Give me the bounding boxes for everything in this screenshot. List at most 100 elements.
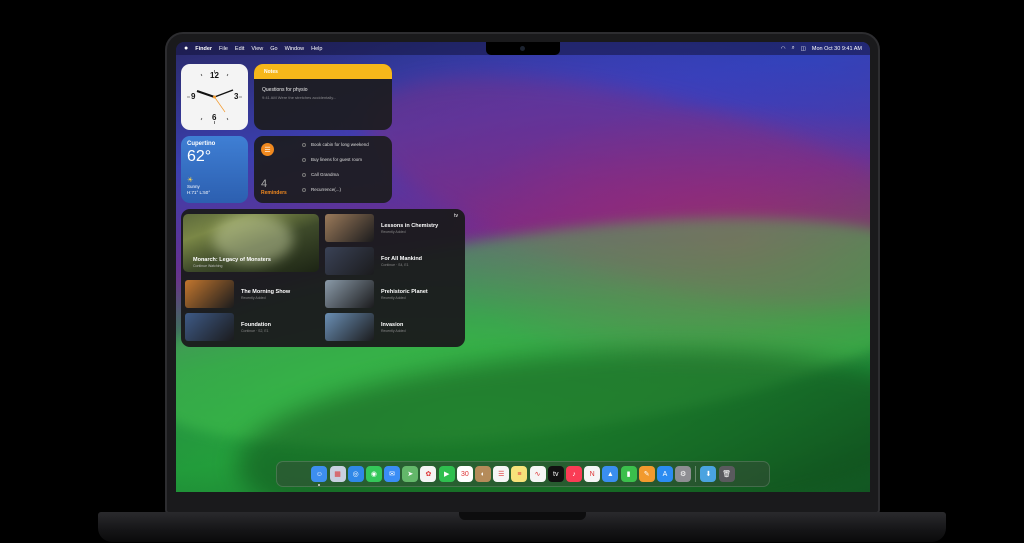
menu-window[interactable]: Window xyxy=(285,46,305,52)
menu-help[interactable]: Help xyxy=(311,46,322,52)
dock-separator xyxy=(695,466,697,482)
finder-icon[interactable]: ☺ xyxy=(311,466,328,482)
numbers-icon[interactable]: ▮ xyxy=(620,466,637,482)
checkbox-icon[interactable] xyxy=(302,187,306,192)
show-title: The Morning Show xyxy=(241,288,291,295)
notes-icon[interactable]: ≡ xyxy=(511,466,528,482)
reminders-count: 4 xyxy=(261,178,268,190)
weather-hilo: H:71° L:50° xyxy=(187,190,211,195)
freeform-icon[interactable]: ∿ xyxy=(529,466,546,482)
tv-show-item[interactable]: For All Mankind Continue · S4, E1 xyxy=(325,247,422,275)
featured-subtitle: Continue Watching xyxy=(193,264,223,268)
apple-menu-icon[interactable]: ● xyxy=(184,45,188,52)
menu-clock[interactable]: Mon Oct 30 9:41 AM xyxy=(812,46,862,52)
notes-widget[interactable]: Notes Questions for physio 9:41 AM Were … xyxy=(254,64,392,130)
clock-number: 6 xyxy=(212,113,217,122)
camera-icon xyxy=(520,46,525,51)
maps-icon[interactable]: ➤ xyxy=(402,466,419,482)
music-icon[interactable]: ♪ xyxy=(565,466,582,482)
safari-icon[interactable]: ◎ xyxy=(347,466,364,482)
notes-header: Notes xyxy=(254,64,392,79)
contacts-icon[interactable]: ◐ xyxy=(475,466,492,482)
downloads-folder-icon[interactable]: ⬇ xyxy=(700,466,717,482)
show-title: For All Mankind xyxy=(381,255,423,262)
spotlight-icon[interactable]: ⌕ xyxy=(792,45,795,52)
show-thumbnail xyxy=(325,247,374,275)
laptop-opening-groove xyxy=(459,512,586,520)
checkbox-icon[interactable] xyxy=(302,172,306,177)
launchpad-icon[interactable]: ▦ xyxy=(329,466,346,482)
app-store-icon[interactable]: A xyxy=(656,466,673,482)
calendar-icon[interactable]: 30 xyxy=(456,466,473,482)
dock: ☺ ▦ ◎ ◉ ✉ ➤ ✿ ▶ 30 ◐ ☰ ≡ ∿ tv ♪ N ▲ ▮ ✎ A ⚙ ⬇ 🗑 xyxy=(276,461,770,487)
menu-go[interactable]: Go xyxy=(270,46,277,52)
trash-icon[interactable]: 🗑 xyxy=(718,466,735,482)
checkbox-icon[interactable] xyxy=(302,157,306,162)
weather-widget[interactable]: Cupertino 62° ☀ Sunny H:71° L:50° xyxy=(181,136,248,203)
show-subtitle: Recently Added xyxy=(381,328,406,333)
tv-show-item[interactable]: Invasion Recently Added xyxy=(325,313,406,341)
show-thumbnail xyxy=(325,280,374,308)
notes-snippet: 9:41 AM Were the stretches accidentally.… xyxy=(262,95,337,100)
reminder-text: Buy linens for guest room xyxy=(311,157,363,162)
reminders-icon[interactable]: ☰ xyxy=(493,466,510,482)
menu-app-name[interactable]: Finder xyxy=(195,46,212,52)
reminders-widget[interactable]: ☰ 4 Reminders Book cabin for long weeken… xyxy=(254,136,392,203)
tv-show-item[interactable]: Foundation Continue · S2, E1 xyxy=(185,313,271,341)
show-thumbnail xyxy=(325,214,374,242)
menu-view[interactable]: View xyxy=(251,46,263,52)
show-title: Prehistoric Planet xyxy=(381,288,428,295)
wifi-icon[interactable]: ◠ xyxy=(781,46,786,52)
apple-tv-icon[interactable]: tv xyxy=(547,466,564,482)
checkbox-icon[interactable] xyxy=(302,142,306,147)
show-subtitle: Recently Added xyxy=(381,229,406,234)
show-subtitle: Recently Added xyxy=(241,295,266,300)
facetime-icon[interactable]: ▶ xyxy=(438,466,455,482)
clock-number: 3 xyxy=(234,92,239,101)
reminders-label: Reminders xyxy=(261,190,287,196)
keynote-icon[interactable]: ▲ xyxy=(602,466,619,482)
desktop-screen: ● Finder File Edit View Go Window Help ◠… xyxy=(176,42,870,492)
pages-icon[interactable]: ✎ xyxy=(638,466,655,482)
tv-show-item[interactable]: Prehistoric Planet Recently Added xyxy=(325,280,428,308)
weather-condition: Sunny xyxy=(187,184,200,189)
featured-title: Monarch: Legacy of Monsters xyxy=(193,257,271,263)
menu-file[interactable]: File xyxy=(219,46,228,52)
weather-city: Cupertino xyxy=(187,141,216,147)
show-subtitle: Recently Added xyxy=(381,295,406,300)
apple-tv-logo-icon: tv xyxy=(454,213,458,219)
reminder-text: Book cabin for long weekend xyxy=(311,142,369,147)
control-center-icon[interactable]: ◫ xyxy=(801,46,806,52)
photos-icon[interactable]: ✿ xyxy=(420,466,437,482)
menu-edit[interactable]: Edit xyxy=(235,46,244,52)
camera-notch xyxy=(486,42,560,55)
clock-widget[interactable]: 12 3 6 9 xyxy=(181,64,248,130)
tv-show-item[interactable]: The Morning Show Recently Added xyxy=(185,280,290,308)
system-settings-icon[interactable]: ⚙ xyxy=(675,466,692,482)
tv-featured-show[interactable]: Monarch: Legacy of Monsters Continue Wat… xyxy=(183,214,319,272)
clock-number: 12 xyxy=(210,71,219,80)
reminder-item[interactable]: Call Grandma xyxy=(302,172,339,177)
apple-tv-widget[interactable]: tv Monarch: Legacy of Monsters Continue … xyxy=(181,209,465,347)
reminder-text: Recurrence(...) xyxy=(311,187,342,192)
notes-title: Questions for physio xyxy=(262,87,308,93)
tv-show-item[interactable]: Lessons in Chemistry Recently Added xyxy=(325,214,438,242)
show-title: Foundation xyxy=(241,321,271,328)
news-icon[interactable]: N xyxy=(584,466,601,482)
clock-number: 9 xyxy=(191,92,196,101)
reminder-item[interactable]: Recurrence(...) xyxy=(302,187,341,192)
messages-icon[interactable]: ◉ xyxy=(365,466,382,482)
mail-icon[interactable]: ✉ xyxy=(384,466,401,482)
menu-extras: ◠ ⌕ ◫ Mon Oct 30 9:41 AM xyxy=(781,45,862,52)
weather-temp: 62° xyxy=(187,148,212,165)
show-title: Invasion xyxy=(381,321,404,328)
running-indicator xyxy=(318,484,321,486)
reminder-text: Call Grandma xyxy=(311,172,339,177)
reminder-item[interactable]: Book cabin for long weekend xyxy=(302,142,369,147)
reminder-item[interactable]: Buy linens for guest room xyxy=(302,157,362,162)
show-thumbnail xyxy=(185,280,234,308)
show-title: Lessons in Chemistry xyxy=(381,222,439,229)
show-subtitle: Continue · S2, E1 xyxy=(241,328,269,333)
sun-icon: ☀ xyxy=(187,177,194,184)
show-subtitle: Continue · S4, E1 xyxy=(381,262,409,267)
